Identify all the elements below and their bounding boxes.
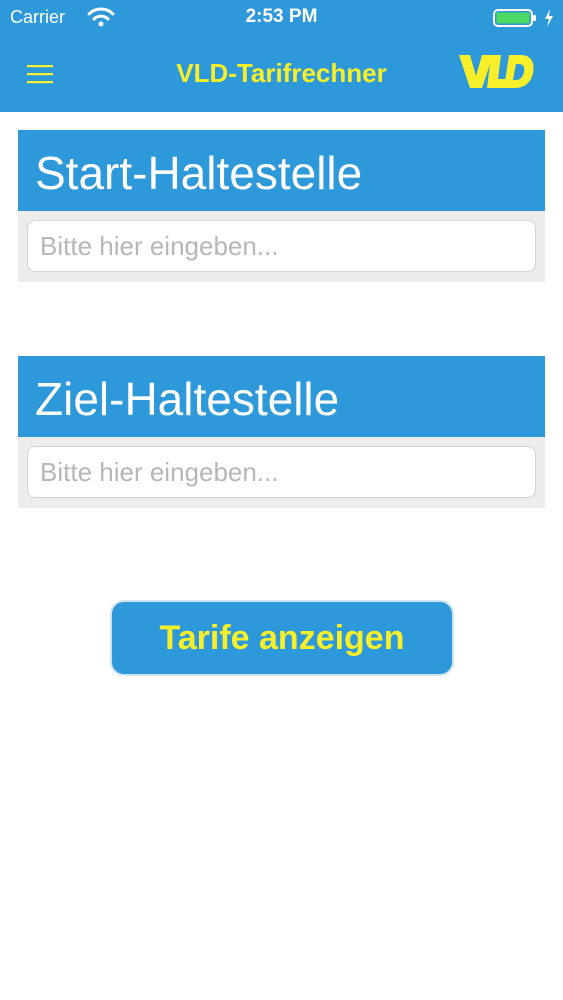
status-time: 2:53 PM (245, 6, 318, 27)
navigation-bar: VLD-Tarifrechner (0, 38, 563, 112)
start-stop-title: Start-Haltestelle (35, 147, 363, 199)
destination-stop-input[interactable] (27, 446, 536, 498)
app-header: Carrier 2:53 PM VLD-Tarifrechner (0, 0, 563, 112)
app-screen: Carrier 2:53 PM VLD-Tarifrechner Start-H… (0, 0, 563, 1000)
destination-stop-title: Ziel-Haltestelle (35, 373, 340, 425)
start-stop-section: Start-Haltestelle (18, 130, 545, 282)
charging-icon (545, 9, 553, 27)
status-bar: Carrier 2:53 PM (0, 0, 563, 38)
show-fares-button[interactable]: Tarife anzeigen (110, 600, 454, 676)
battery-icon (493, 9, 536, 27)
start-stop-header: Start-Haltestelle (18, 130, 545, 211)
destination-stop-header: Ziel-Haltestelle (18, 356, 545, 437)
vld-logo (459, 55, 534, 88)
start-stop-input[interactable] (27, 220, 536, 272)
destination-stop-section: Ziel-Haltestelle (18, 356, 545, 508)
